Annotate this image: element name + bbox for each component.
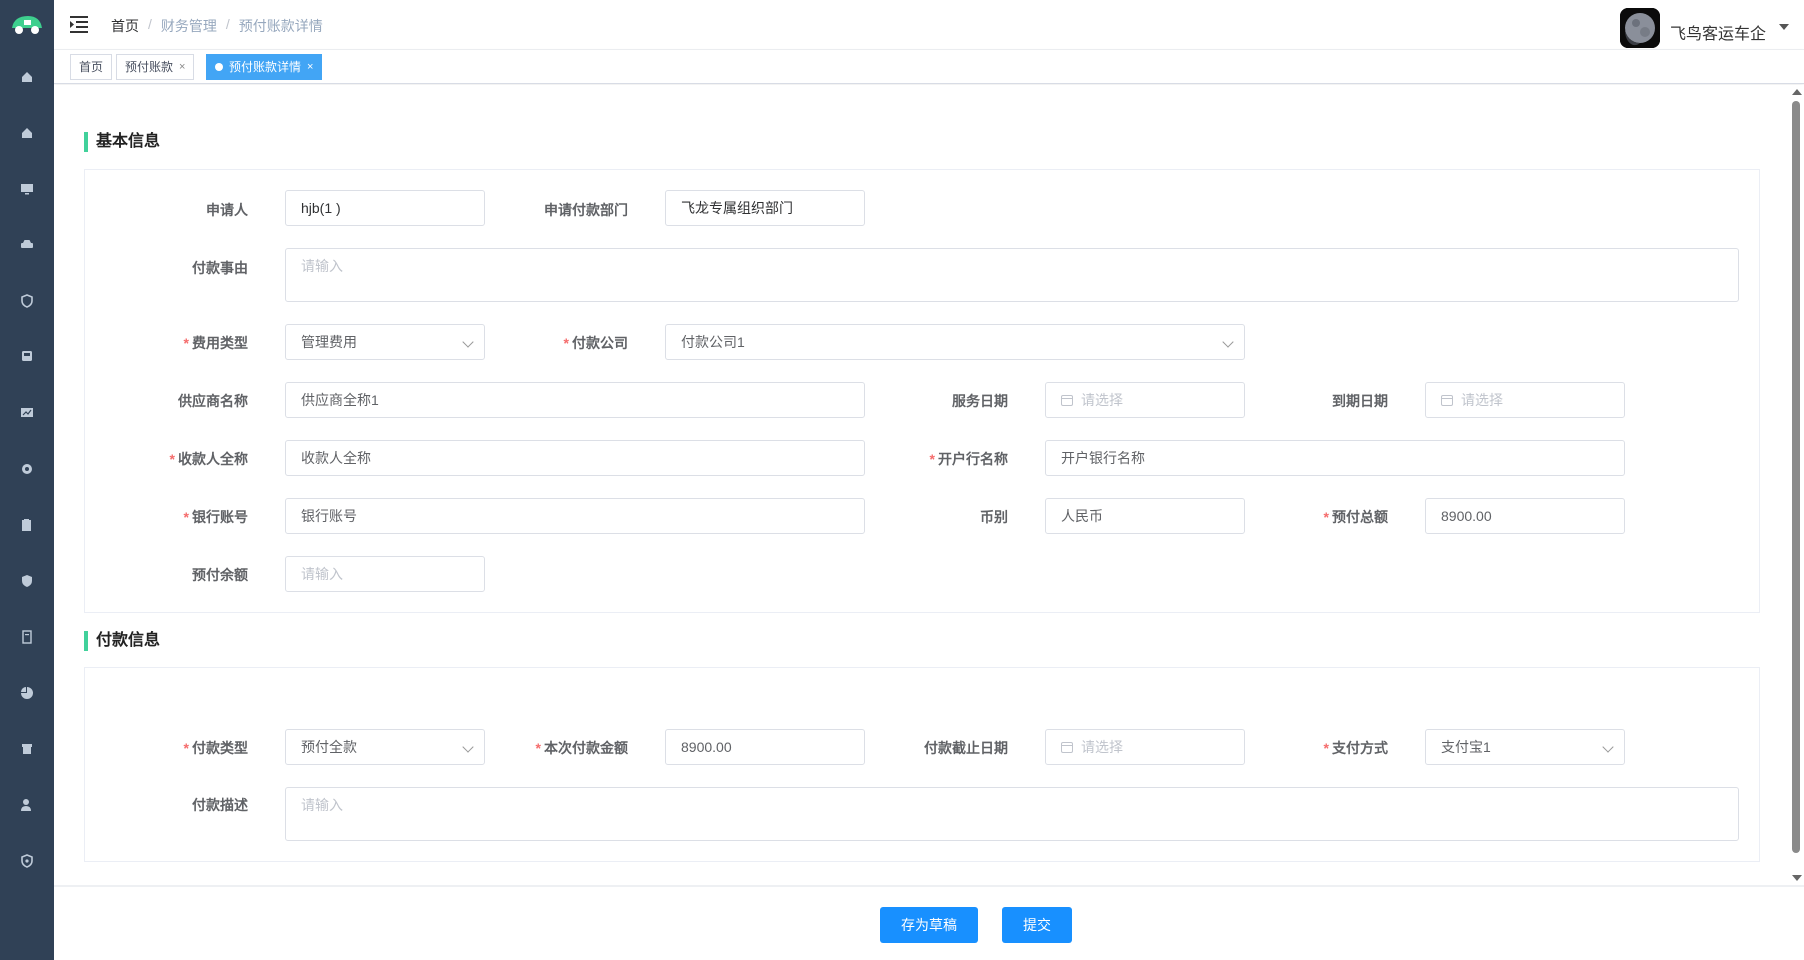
- avatar[interactable]: [1620, 8, 1660, 48]
- moon-avatar-icon: [1620, 8, 1660, 48]
- currency-label: 币别: [980, 509, 1008, 525]
- applicant-input[interactable]: hjb(1 ): [285, 190, 485, 226]
- department-input[interactable]: 飞龙专属组织部门: [665, 190, 865, 226]
- service-date-picker[interactable]: 请选择: [1045, 382, 1245, 418]
- chevron-down-icon: [462, 336, 474, 348]
- save-draft-button[interactable]: 存为草稿: [880, 907, 978, 943]
- scroll-down-icon[interactable]: [1792, 875, 1802, 881]
- payee-input[interactable]: 收款人全称: [285, 440, 865, 476]
- expense-type-label: * 费用类型: [183, 335, 248, 351]
- archive-icon[interactable]: [18, 740, 36, 758]
- bus-icon[interactable]: [18, 348, 36, 366]
- breadcrumb-home[interactable]: 首页: [111, 16, 139, 36]
- breadcrumb-finance[interactable]: 财务管理: [161, 16, 217, 36]
- user-icon[interactable]: [18, 796, 36, 814]
- payee-label: * 收款人全称: [169, 451, 248, 467]
- monitor-icon[interactable]: [18, 180, 36, 198]
- shield-check-icon[interactable]: [18, 852, 36, 870]
- chevron-down-icon: [462, 741, 474, 753]
- calendar-icon: [1061, 395, 1073, 406]
- breadcrumb-separator: /: [225, 16, 230, 32]
- account-label: * 银行账号: [183, 509, 248, 525]
- footer-bar: 存为草稿 提交: [54, 885, 1804, 960]
- pay-company-label: * 付款公司: [563, 335, 628, 351]
- vertical-scrollbar[interactable]: [1788, 85, 1804, 885]
- clipboard-icon[interactable]: [18, 516, 36, 534]
- payment-info-panel: * 付款类型 预付全款 * 本次付款金额 8900.00 付款截止日期 请选择 * 支…: [84, 667, 1760, 862]
- scroll-up-icon[interactable]: [1792, 89, 1802, 95]
- tag-prepaid[interactable]: 预付账款 ×: [116, 54, 195, 80]
- main-content: 基本信息 申请人 hjb(1 ) 申请付款部门 飞龙专属组织部门 付款事由 请输…: [54, 85, 1788, 885]
- section-title-basic: 基本信息: [84, 132, 160, 152]
- home-icon[interactable]: [18, 68, 36, 86]
- chart-icon[interactable]: [18, 404, 36, 422]
- applicant-label: 申请人: [206, 202, 248, 218]
- desc-label: 付款描述: [192, 797, 248, 813]
- shield-icon[interactable]: [18, 292, 36, 310]
- breadcrumb-separator: /: [148, 16, 152, 32]
- amount-input[interactable]: 8900.00: [665, 729, 865, 765]
- chevron-down-icon: [1222, 336, 1234, 348]
- caret-down-icon[interactable]: [1779, 24, 1789, 30]
- section-title-payment: 付款信息: [84, 631, 160, 651]
- bank-input[interactable]: 开户银行名称: [1045, 440, 1625, 476]
- supplier-label: 供应商名称: [178, 393, 248, 409]
- total-label: * 预付总额: [1323, 509, 1388, 525]
- method-select[interactable]: 支付宝1: [1425, 729, 1625, 765]
- home-icon[interactable]: [18, 124, 36, 142]
- breadcrumb: 首页 / 财务管理 / 预付账款详情: [111, 16, 323, 36]
- pie-chart-icon[interactable]: [18, 684, 36, 702]
- method-label: * 支付方式: [1323, 740, 1388, 756]
- tag-prepaid-detail[interactable]: 预付账款详情 ×: [206, 54, 323, 80]
- deadline-picker[interactable]: 请选择: [1045, 729, 1245, 765]
- department-label: 申请付款部门: [544, 202, 628, 218]
- reason-textarea[interactable]: 请输入: [285, 248, 1739, 302]
- breadcrumb-current: 预付账款详情: [238, 18, 323, 34]
- sidebar: [0, 0, 54, 960]
- gear-icon[interactable]: [18, 460, 36, 478]
- tag-label: 首页: [79, 60, 104, 74]
- document-icon[interactable]: [18, 628, 36, 646]
- due-date-label: 到期日期: [1332, 393, 1388, 409]
- deadline-label: 付款截止日期: [924, 740, 1008, 756]
- company-name[interactable]: 飞鸟客运车企: [1670, 20, 1766, 44]
- calendar-icon: [1441, 395, 1453, 406]
- top-header: 首页 / 财务管理 / 预付账款详情 飞鸟客运车企: [54, 0, 1804, 50]
- total-input[interactable]: 8900.00: [1425, 498, 1625, 534]
- tag-label: 预付账款详情: [229, 60, 302, 74]
- basic-info-panel: 申请人 hjb(1 ) 申请付款部门 飞龙专属组织部门 付款事由 请输入 * 费用…: [84, 169, 1760, 613]
- expense-type-select[interactable]: 管理费用: [285, 324, 485, 360]
- tag-label: 预付账款: [125, 60, 174, 74]
- logo-icon: [12, 16, 42, 34]
- supplier-input[interactable]: 供应商全称1: [285, 382, 865, 418]
- pay-type-select[interactable]: 预付全款: [285, 729, 485, 765]
- amount-label: * 本次付款金额: [535, 740, 628, 756]
- submit-button[interactable]: 提交: [1002, 907, 1072, 943]
- pay-type-label: * 付款类型: [183, 740, 248, 756]
- currency-input[interactable]: 人民币: [1045, 498, 1245, 534]
- reason-label: 付款事由: [192, 260, 248, 276]
- bank-label: * 开户行名称: [929, 451, 1008, 467]
- menu-toggle-icon[interactable]: [70, 15, 90, 33]
- active-dot-icon: [215, 63, 223, 71]
- chevron-down-icon: [1602, 741, 1614, 753]
- pay-company-select[interactable]: 付款公司1: [665, 324, 1245, 360]
- service-date-label: 服务日期: [952, 393, 1008, 409]
- close-icon[interactable]: ×: [179, 55, 185, 79]
- due-date-picker[interactable]: 请选择: [1425, 382, 1625, 418]
- account-input[interactable]: 银行账号: [285, 498, 865, 534]
- tags-view: 首页 预付账款 × 预付账款详情 ×: [54, 50, 1804, 84]
- balance-label: 预付余额: [192, 567, 248, 583]
- tag-home[interactable]: 首页: [70, 54, 113, 80]
- security-icon[interactable]: [18, 572, 36, 590]
- desc-textarea[interactable]: 请输入: [285, 787, 1739, 841]
- scroll-thumb[interactable]: [1792, 101, 1800, 853]
- calendar-icon: [1061, 742, 1073, 753]
- close-icon[interactable]: ×: [307, 55, 313, 79]
- car-icon[interactable]: [18, 236, 36, 254]
- balance-input[interactable]: 请输入: [285, 556, 485, 592]
